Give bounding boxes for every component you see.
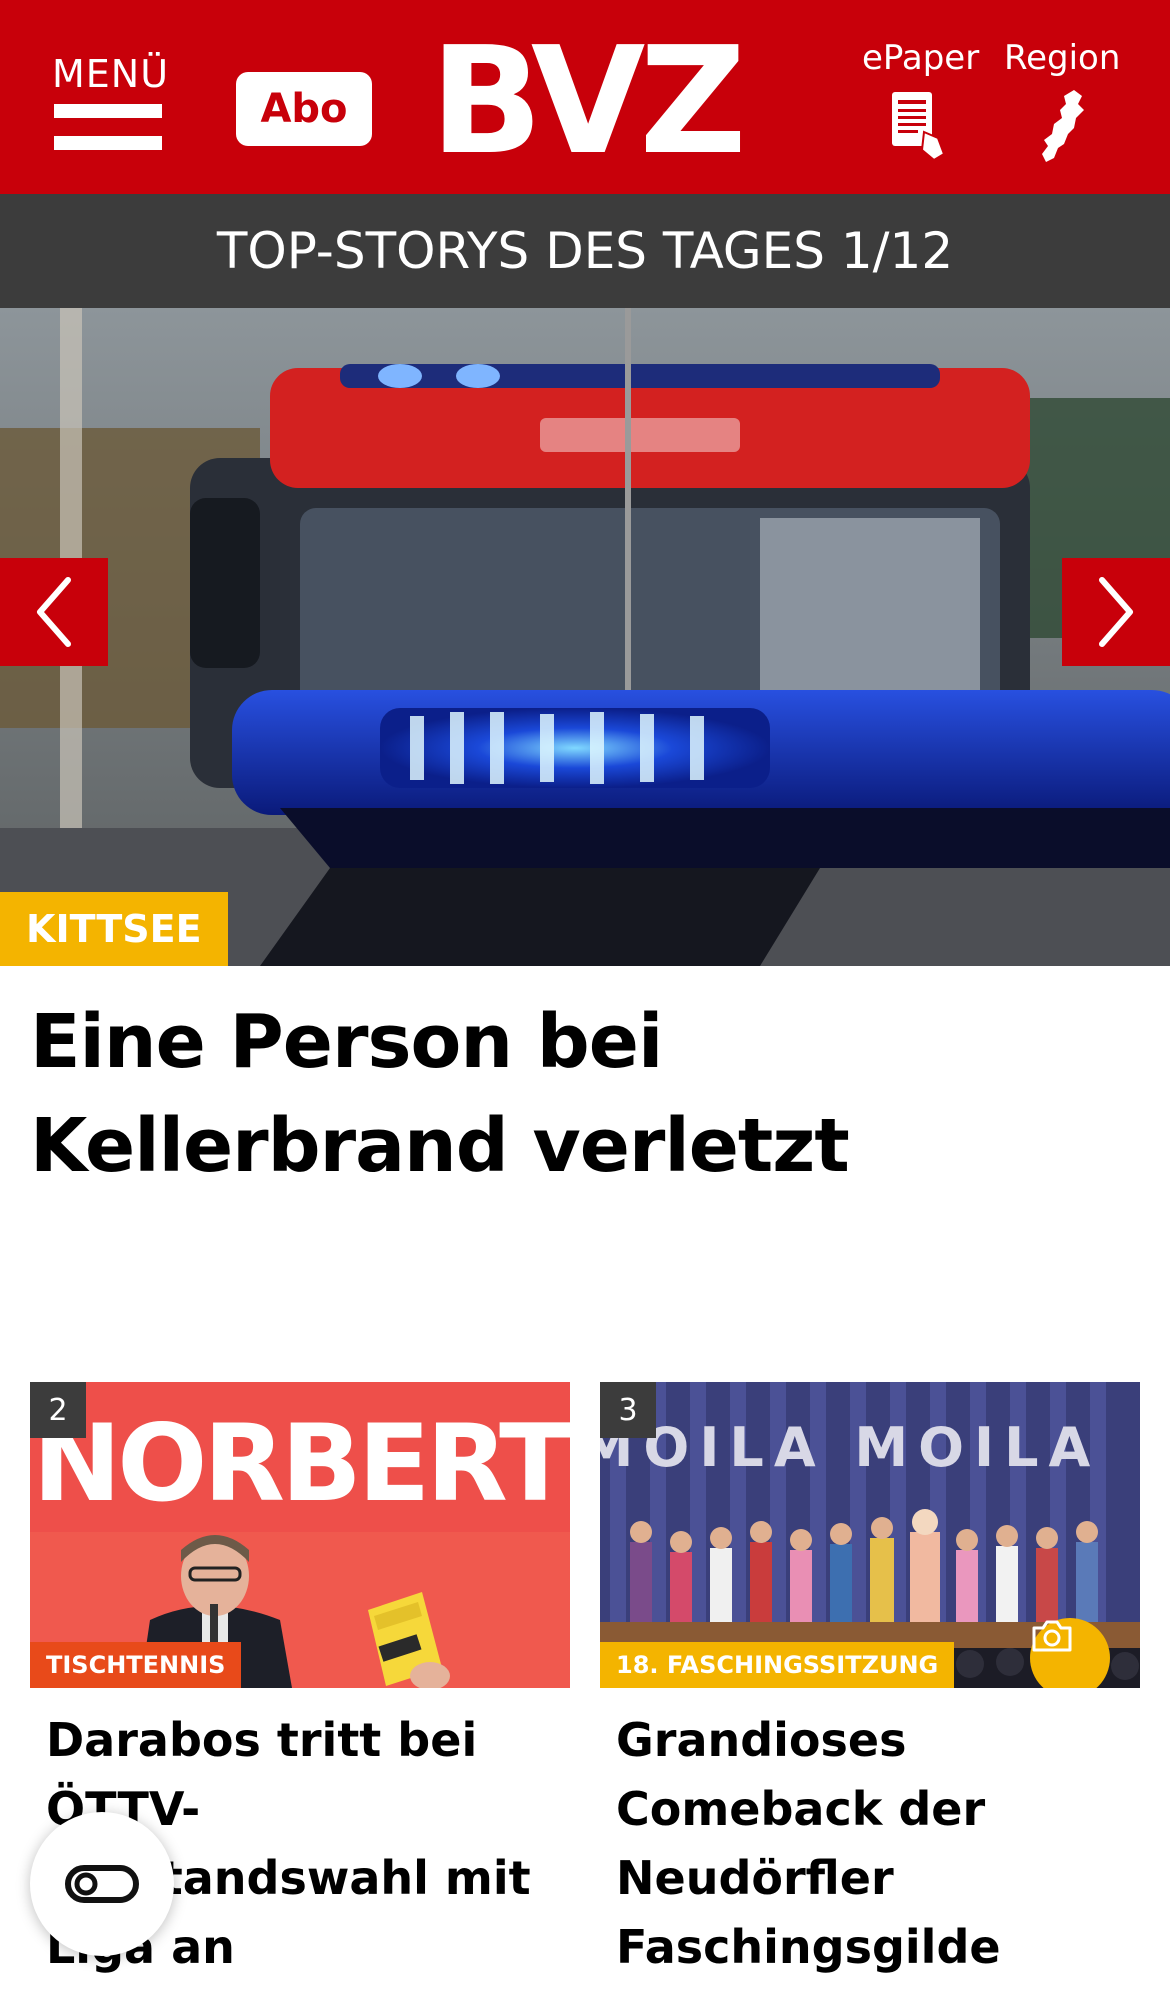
abo-button[interactable]: Abo bbox=[236, 72, 372, 146]
carousel-prev-button[interactable] bbox=[0, 558, 108, 666]
epaper-link[interactable]: ePaper bbox=[862, 38, 980, 164]
carousel-next-button[interactable] bbox=[1062, 558, 1170, 666]
story-category-tag[interactable]: TISCHTENNIS bbox=[30, 1642, 242, 1688]
story-headline[interactable]: Grandioses Comeback der Neudörfler Fasch… bbox=[600, 1688, 1140, 1992]
region-label: Region bbox=[1004, 38, 1121, 78]
photo-gallery-button[interactable] bbox=[1030, 1618, 1110, 1688]
region-link[interactable]: Region bbox=[1004, 38, 1120, 164]
reader-toggle-button[interactable] bbox=[30, 1812, 174, 1956]
image-text: NORBERT bbox=[33, 1402, 570, 1525]
hero-category-tag[interactable]: KITTSEE bbox=[0, 892, 228, 966]
hamburger-icon bbox=[54, 104, 162, 118]
story-card[interactable]: MOILA MOILA 3 18. FASCHINGSSITZUNG Grand… bbox=[600, 1382, 1140, 1992]
menu-button[interactable]: MENÜ bbox=[52, 52, 170, 156]
top-stories-bar: TOP-STORYS DES TAGES 1/12 bbox=[0, 194, 1170, 308]
bvz-logo[interactable]: BVZ bbox=[430, 26, 747, 176]
epaper-label: ePaper bbox=[862, 38, 980, 78]
chevron-right-icon bbox=[1099, 577, 1133, 647]
hamburger-icon-bar bbox=[54, 136, 162, 150]
hero-headline[interactable]: Eine Person bei Kellerbrand verletzt bbox=[30, 990, 1140, 1198]
site-header: MENÜ Abo BVZ ePaper Region bbox=[0, 0, 1170, 194]
reader-toggle-icon bbox=[65, 1865, 139, 1903]
burgenland-map-icon bbox=[1042, 90, 1084, 162]
hero-image bbox=[0, 308, 1170, 966]
image-text: MOILA MOILA bbox=[600, 1416, 1100, 1479]
hero-story[interactable]: KITTSEE bbox=[0, 308, 1170, 966]
story-rank-badge: 3 bbox=[600, 1382, 656, 1438]
camera-icon bbox=[1032, 1620, 1072, 1652]
story-rank-badge: 2 bbox=[30, 1382, 86, 1438]
story-card-image: MOILA MOILA 3 18. FASCHINGSSITZUNG bbox=[600, 1382, 1140, 1688]
chevron-left-icon bbox=[37, 577, 71, 647]
story-card-image: NORBERT 2 TISCHTENNIS bbox=[30, 1382, 570, 1688]
epaper-icon bbox=[892, 92, 946, 162]
story-category-tag[interactable]: 18. FASCHINGSSITZUNG bbox=[600, 1642, 955, 1688]
menu-label: MENÜ bbox=[52, 52, 170, 96]
